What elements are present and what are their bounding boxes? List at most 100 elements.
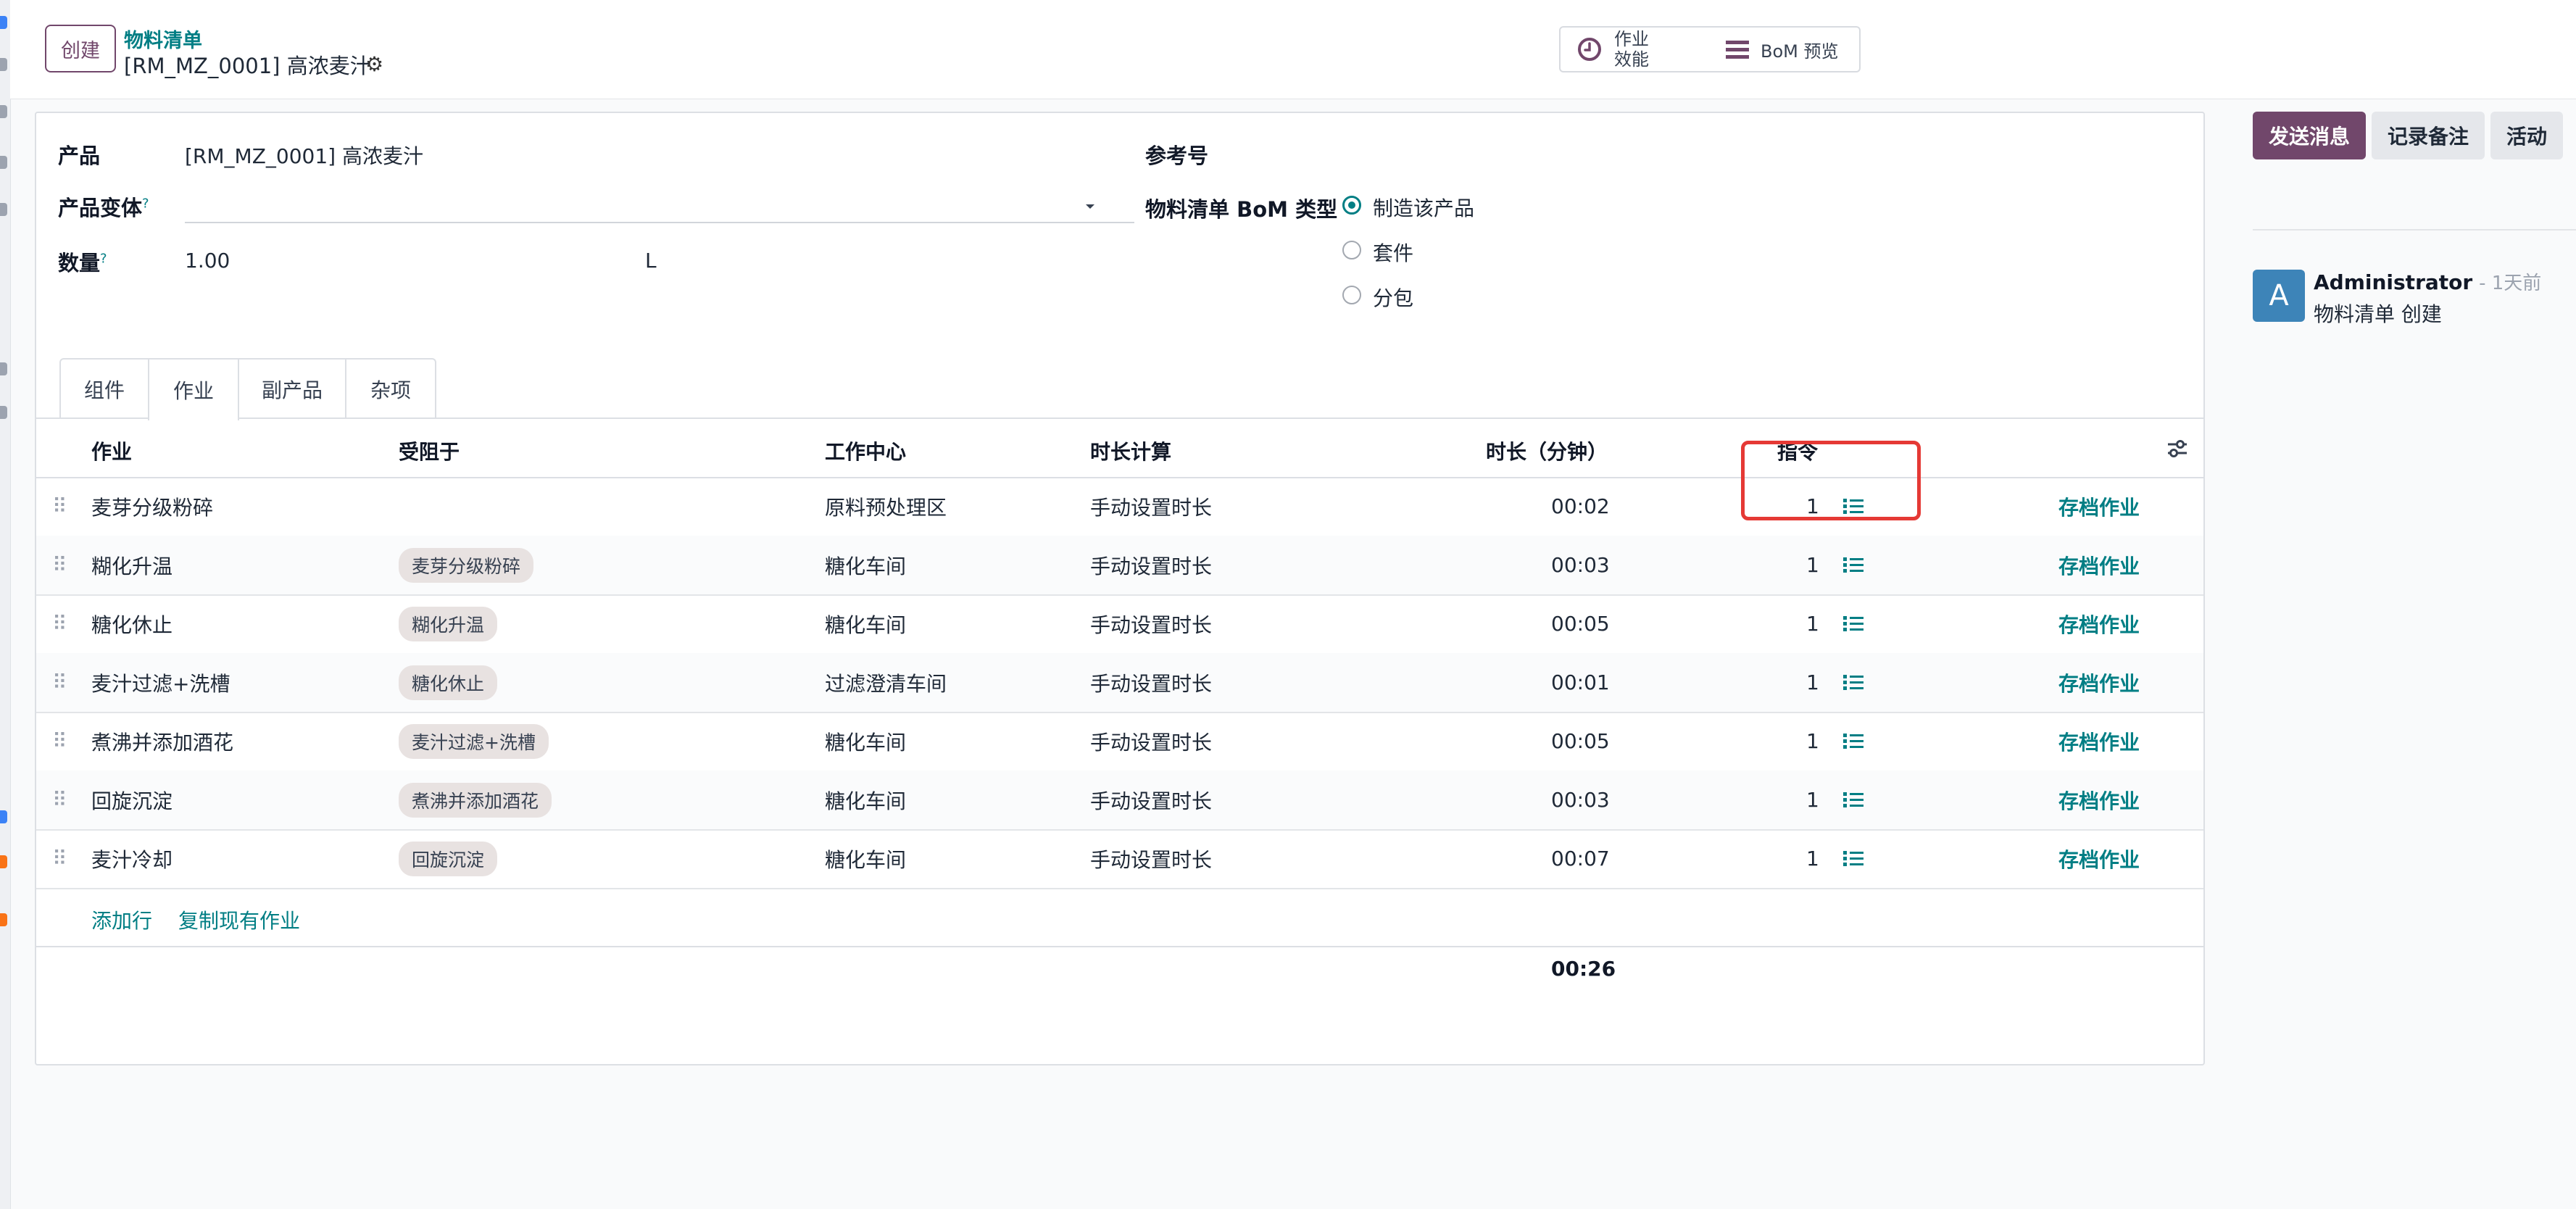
duration-value: 00:01	[1551, 670, 1610, 694]
tab-operations[interactable]: 作业	[148, 358, 239, 420]
drag-handle-icon[interactable]: ⠿	[52, 712, 67, 770]
column-settings-icon[interactable]	[2166, 438, 2189, 460]
create-button[interactable]: 创建	[45, 25, 116, 72]
archive-operation-button[interactable]: 存档作业	[2058, 477, 2140, 536]
send-message-button[interactable]: 发送消息	[2253, 112, 2366, 159]
duration-value: 00:02	[1551, 494, 1610, 518]
sidebar-app-icon[interactable]	[0, 105, 7, 118]
archive-operation-button[interactable]: 存档作业	[2058, 536, 2140, 594]
col-work-center[interactable]: 工作中心	[825, 436, 906, 465]
col-operation[interactable]: 作业	[91, 436, 132, 465]
drag-handle-icon[interactable]: ⠿	[52, 594, 67, 653]
sidebar-app-icon[interactable]	[0, 203, 7, 216]
message-header: Administrator - 1天前	[2314, 268, 2541, 295]
archive-operation-button[interactable]: 存档作业	[2058, 653, 2140, 712]
bom-preview-button[interactable]: BoM 预览	[1710, 26, 1861, 72]
blocked-by-tag[interactable]: 麦芽分级粉碎	[399, 536, 534, 594]
operation-efficiency-button[interactable]: 作业 效能	[1559, 26, 1711, 72]
col-duration[interactable]: 时长（分钟）	[1486, 436, 1608, 465]
blocked-by-tag[interactable]: 煮沸并添加酒花	[399, 770, 552, 829]
tab-components[interactable]: 组件	[59, 358, 149, 419]
operation-name: 糖化休止	[91, 612, 173, 637]
product-label: 产品	[58, 144, 101, 168]
bom-type-radio-manufacture[interactable]	[1342, 196, 1361, 215]
duration-computation: 手动设置时长	[1090, 554, 1213, 578]
sidebar-app-icon[interactable]	[0, 16, 7, 29]
product-field[interactable]: [RM_MZ_0001] 高浓麦汁	[185, 141, 423, 170]
duration-computation: 手动设置时长	[1090, 612, 1213, 637]
blocked-by-tag[interactable]: 糊化升温	[399, 594, 498, 653]
quantity-uom[interactable]: L	[645, 249, 657, 273]
avatar[interactable]: A	[2253, 270, 2305, 322]
blocked-by-tag[interactable]: 糖化休止	[399, 653, 498, 712]
sidebar-app-icon[interactable]	[0, 156, 7, 169]
quantity-label: 数量?	[58, 246, 107, 277]
copy-existing-operations-link[interactable]: 复制现有作业	[178, 905, 300, 934]
archive-operation-button[interactable]: 存档作业	[2058, 594, 2140, 653]
log-note-button[interactable]: 记录备注	[2372, 112, 2485, 159]
table-row[interactable]: ⠿ 麦汁过滤+洗槽 糖化休止 过滤澄清车间 手动设置时长 00:01 1 存档作…	[36, 653, 2203, 713]
operation-name: 煮沸并添加酒花	[91, 730, 234, 755]
duration-computation: 手动设置时长	[1090, 495, 1213, 520]
drag-handle-icon[interactable]: ⠿	[52, 536, 67, 594]
table-row[interactable]: ⠿ 麦汁冷却 回旋沉淀 糖化车间 手动设置时长 00:07 1 存档作业	[36, 829, 2203, 889]
quantity-input[interactable]: 1.00	[185, 249, 230, 273]
blocked-by-label: 糖化休止	[399, 665, 498, 700]
table-row[interactable]: ⠿ 糊化升温 麦芽分级粉碎 糖化车间 手动设置时长 00:03 1 存档作业	[36, 536, 2203, 596]
activity-button[interactable]: 活动	[2490, 112, 2563, 159]
gear-icon[interactable]: ⚙	[365, 52, 383, 76]
col-duration-computation[interactable]: 时长计算	[1090, 436, 1171, 465]
duration-computation: 手动设置时长	[1090, 671, 1213, 696]
drag-handle-icon[interactable]: ⠿	[52, 829, 67, 888]
caret-down-icon[interactable]	[1083, 202, 1097, 212]
instructions-list-icon[interactable]	[1842, 829, 1864, 888]
bom-type-radio-subcontract[interactable]	[1342, 286, 1361, 304]
col-blocked-by[interactable]: 受阻于	[399, 436, 460, 465]
instructions-list-icon[interactable]	[1842, 536, 1864, 594]
drag-handle-icon[interactable]: ⠿	[52, 770, 67, 829]
blocked-by-tag[interactable]: 回旋沉淀	[399, 829, 498, 888]
tab-misc[interactable]: 杂项	[345, 358, 436, 419]
archive-operation-button[interactable]: 存档作业	[2058, 829, 2140, 888]
blocked-by-tag[interactable]: 麦汁过滤+洗槽	[399, 712, 549, 770]
instructions-list-icon[interactable]	[1842, 712, 1864, 770]
variant-input[interactable]	[185, 222, 1134, 223]
sidebar-app-icon[interactable]	[0, 58, 7, 71]
message-body: 物料清单 创建	[2314, 302, 2442, 326]
variant-help-icon[interactable]: ?	[142, 196, 149, 211]
instructions-count: 1	[1806, 847, 1819, 871]
duration-value: 00:03	[1551, 788, 1610, 812]
instructions-count: 1	[1806, 788, 1819, 812]
add-line-link[interactable]: 添加行	[91, 905, 152, 934]
table-row[interactable]: ⠿ 糖化休止 糊化升温 糖化车间 手动设置时长 00:05 1 存档作业	[36, 594, 2203, 655]
tab-byproducts[interactable]: 副产品	[238, 358, 346, 419]
sidebar-app-icon[interactable]	[0, 362, 7, 375]
quantity-help-icon[interactable]: ?	[100, 251, 107, 266]
sidebar-app-icon[interactable]	[0, 855, 7, 868]
instructions-list-icon[interactable]	[1842, 770, 1864, 829]
instructions-list-icon[interactable]	[1842, 653, 1864, 712]
form-sheet: 产品 [RM_MZ_0001] 高浓麦汁 产品变体? 数量? 1.00 L 参考…	[35, 112, 2205, 1065]
drag-handle-icon[interactable]: ⠿	[52, 477, 67, 536]
drag-handle-icon[interactable]: ⠿	[52, 653, 67, 712]
left-sidebar-edge	[0, 0, 11, 1209]
message-author[interactable]: Administrator	[2314, 270, 2472, 294]
table-row[interactable]: ⠿ 回旋沉淀 煮沸并添加酒花 糖化车间 手动设置时长 00:03 1 存档作业	[36, 770, 2203, 831]
sidebar-app-icon[interactable]	[0, 810, 7, 823]
quantity-label-text: 数量	[58, 251, 101, 275]
instructions-list-icon[interactable]	[1842, 594, 1864, 653]
archive-operation-button[interactable]: 存档作业	[2058, 770, 2140, 829]
efficiency-label-2: 效能	[1614, 49, 1649, 70]
sidebar-app-icon[interactable]	[0, 913, 7, 926]
blocked-by-label: 煮沸并添加酒花	[399, 782, 552, 818]
blocked-by-label: 麦芽分级粉碎	[399, 547, 534, 583]
bom-type-radio-kit[interactable]	[1342, 241, 1361, 259]
archive-operation-button[interactable]: 存档作业	[2058, 712, 2140, 770]
work-center: 糖化车间	[825, 847, 907, 872]
bom-type-option-label: 分包	[1373, 286, 1414, 310]
operation-name: 麦汁过滤+洗槽	[91, 671, 230, 696]
sidebar-app-icon[interactable]	[0, 406, 7, 419]
bom-type-label: 物料清单 BoM 类型	[1145, 197, 1338, 222]
duration-computation: 手动设置时长	[1090, 847, 1213, 872]
table-row[interactable]: ⠿ 煮沸并添加酒花 麦汁过滤+洗槽 糖化车间 手动设置时长 00:05 1 存档…	[36, 712, 2203, 772]
